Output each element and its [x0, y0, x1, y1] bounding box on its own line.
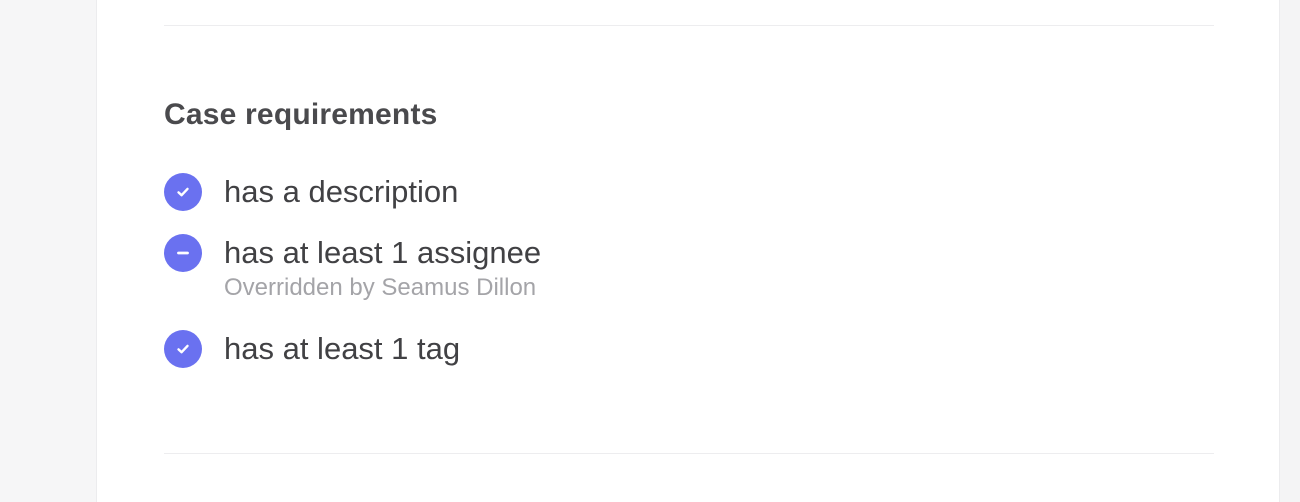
requirement-label: has at least 1 tag	[224, 331, 461, 366]
requirement-item-tag: has at least 1 tag	[164, 330, 460, 368]
bottom-divider	[164, 453, 1214, 454]
case-panel: Case requirements has a description has …	[96, 0, 1280, 502]
top-divider	[164, 25, 1214, 26]
requirement-item-assignee: has at least 1 assignee Overridden by Se…	[164, 234, 541, 303]
section-title: Case requirements	[164, 98, 438, 131]
requirement-item-description: has a description	[164, 173, 458, 211]
requirement-label: has a description	[224, 174, 459, 209]
minus-circle-icon	[164, 234, 202, 272]
check-circle-icon	[164, 173, 202, 211]
requirement-label: has at least 1 assignee	[224, 235, 542, 270]
right-gutter	[1280, 0, 1300, 502]
check-circle-icon	[164, 330, 202, 368]
override-note: Overridden by Seamus Dillon	[224, 274, 537, 301]
